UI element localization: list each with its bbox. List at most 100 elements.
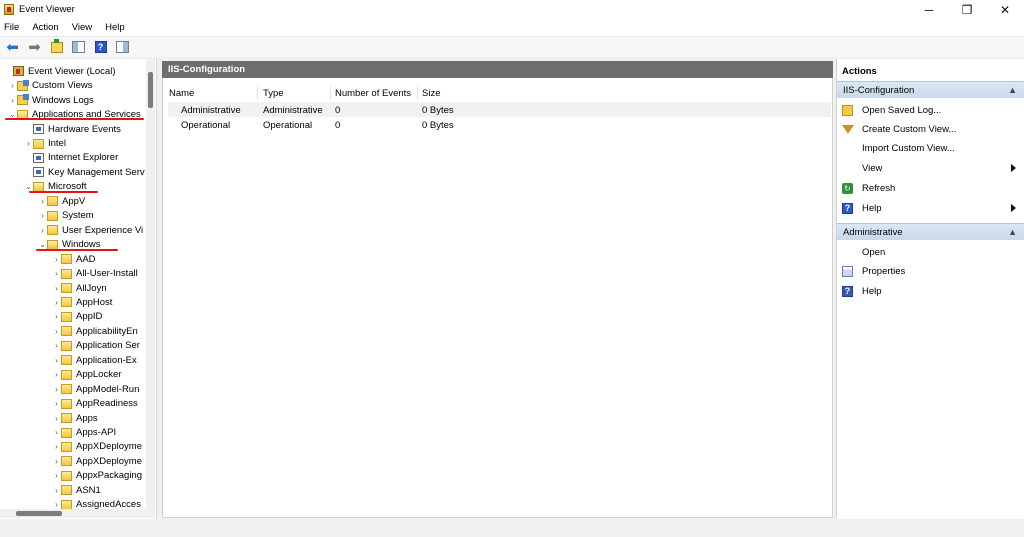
tree-item[interactable]: › AppID [52, 310, 102, 325]
expand-chevron-icon[interactable]: › [52, 341, 61, 350]
row-name[interactable]: Administrative [181, 103, 241, 117]
tree-item[interactable]: › Application-Ex [52, 353, 137, 368]
tree-item[interactable]: › All-User-Install [52, 266, 138, 281]
collapse-chevron-icon[interactable]: ⌄ [38, 240, 47, 249]
tree-item[interactable]: › ApplicabilityEn [52, 324, 138, 339]
tree-item-label: Internet Explorer [48, 152, 119, 164]
tree-item[interactable]: › Apps-API [52, 425, 116, 440]
collapse-arrow-icon[interactable]: ▲ [1008, 227, 1017, 237]
expand-chevron-icon[interactable]: › [52, 284, 61, 293]
tree-item[interactable]: Hardware Events [24, 122, 121, 137]
column-size[interactable]: Size [422, 86, 472, 101]
menu-view[interactable]: View [72, 22, 92, 33]
forward-button[interactable]: ➡ [26, 40, 43, 55]
expand-chevron-icon[interactable]: › [52, 312, 61, 321]
expand-chevron-icon[interactable]: › [52, 385, 61, 394]
expand-chevron-icon[interactable]: › [52, 255, 61, 264]
console-tree[interactable]: Event Viewer (Local) › Custom Views › Window… [0, 59, 157, 519]
back-button[interactable]: ⬅ [4, 40, 21, 55]
expand-chevron-icon[interactable]: › [52, 471, 61, 480]
menu-help[interactable]: Help [105, 22, 125, 33]
tree-vertical-scroll-thumb[interactable] [148, 72, 153, 108]
help-button[interactable]: ? [92, 40, 109, 55]
tree-item[interactable]: › AppXDeployme [52, 454, 142, 469]
tree-item[interactable]: › AppV [38, 194, 85, 209]
expand-chevron-icon[interactable]: › [52, 356, 61, 365]
tree-item[interactable]: › AppXDeployme [52, 440, 142, 455]
action-admin-help[interactable]: ? Help [842, 282, 882, 300]
expand-chevron-icon[interactable]: › [52, 370, 61, 379]
log-list[interactable] [162, 78, 833, 518]
action-label: Help [862, 285, 882, 297]
menu-action[interactable]: Action [32, 22, 58, 33]
actions-section-iis[interactable]: IIS-Configuration ▲ [837, 81, 1024, 98]
tree-item[interactable]: › AppReadiness [52, 396, 138, 411]
action-view[interactable]: View [842, 159, 1022, 177]
column-number-of-events[interactable]: Number of Events [335, 86, 417, 101]
expand-chevron-icon[interactable]: › [8, 81, 17, 90]
action-import-custom-view[interactable]: Import Custom View... [842, 139, 955, 157]
tree-item[interactable]: Event Viewer (Local) [4, 64, 115, 79]
expand-chevron-icon[interactable]: › [52, 414, 61, 423]
action-open[interactable]: Open [842, 243, 885, 261]
action-open-saved-log[interactable]: Open Saved Log... [842, 101, 941, 119]
folder-icon [61, 254, 72, 265]
tree-item[interactable]: › AppModel-Run [52, 382, 139, 397]
column-name[interactable]: Name [169, 86, 259, 101]
help-icon: ? [94, 41, 107, 53]
menu-file[interactable]: File [4, 22, 19, 33]
tree-item[interactable]: › AppHost [52, 295, 112, 310]
log-icon [33, 124, 44, 135]
column-separator[interactable] [330, 86, 331, 100]
collapse-arrow-icon[interactable]: ▲ [1008, 85, 1017, 95]
expand-chevron-icon[interactable]: › [8, 96, 17, 105]
expand-chevron-icon[interactable]: › [52, 442, 61, 451]
action-properties[interactable]: Properties [842, 262, 905, 280]
column-type[interactable]: Type [263, 86, 331, 101]
tree-vertical-scrollbar[interactable] [146, 59, 155, 518]
collapse-chevron-icon[interactable]: ⌄ [24, 182, 33, 191]
action-help[interactable]: ? Help [842, 199, 1022, 217]
tree-item[interactable]: › AppLocker [52, 367, 121, 382]
show-hide-action-pane-button[interactable] [114, 40, 131, 55]
expand-chevron-icon[interactable]: › [52, 269, 61, 278]
folder-icon [61, 297, 72, 308]
column-separator[interactable] [257, 86, 258, 100]
tree-item[interactable]: › AppxPackaging [52, 469, 142, 484]
tree-item[interactable]: › Custom Views [8, 78, 93, 93]
show-hide-console-tree-button[interactable] [70, 40, 87, 55]
maximize-button[interactable]: ❐ [948, 0, 986, 19]
tree-item[interactable]: › System [38, 209, 94, 224]
close-button[interactable]: ✕ [986, 0, 1024, 19]
expand-chevron-icon[interactable]: › [38, 226, 47, 235]
tree-item[interactable]: › Application Ser [52, 339, 140, 354]
expand-chevron-icon[interactable]: › [52, 428, 61, 437]
expand-chevron-icon[interactable]: › [38, 211, 47, 220]
tree-horizontal-scroll-thumb[interactable] [16, 511, 62, 516]
actions-section-administrative[interactable]: Administrative ▲ [837, 223, 1024, 240]
expand-chevron-icon[interactable]: › [38, 197, 47, 206]
expand-chevron-icon[interactable]: › [52, 486, 61, 495]
expand-chevron-icon[interactable]: › [24, 139, 33, 148]
expand-chevron-icon[interactable]: › [52, 457, 61, 466]
action-create-custom-view[interactable]: Create Custom View... [841, 120, 956, 138]
expand-chevron-icon[interactable]: › [52, 327, 61, 336]
tree-item[interactable]: › User Experience Vi [38, 223, 143, 238]
action-refresh[interactable]: ↻ Refresh [842, 179, 895, 197]
expand-chevron-icon[interactable]: › [52, 399, 61, 408]
tree-item[interactable]: › AAD [52, 252, 95, 267]
tree-item[interactable]: › ASN1 [52, 483, 101, 498]
tree-item[interactable]: › Intel [24, 136, 66, 151]
tree-item[interactable]: Key Management Serv [24, 165, 145, 180]
expand-chevron-icon[interactable]: › [52, 298, 61, 307]
column-separator[interactable] [417, 86, 418, 100]
action-label: View [862, 162, 883, 174]
row-name[interactable]: Operational [181, 118, 230, 132]
tree-item[interactable]: Internet Explorer [24, 151, 118, 166]
tree-item[interactable]: › Windows Logs [8, 93, 94, 108]
expand-chevron-icon[interactable]: › [52, 500, 61, 509]
tree-item[interactable]: › Apps [52, 411, 98, 426]
minimize-button[interactable]: ─ [910, 0, 948, 19]
tree-item[interactable]: › AllJoyn [52, 281, 106, 296]
up-one-level-button[interactable] [48, 38, 65, 55]
